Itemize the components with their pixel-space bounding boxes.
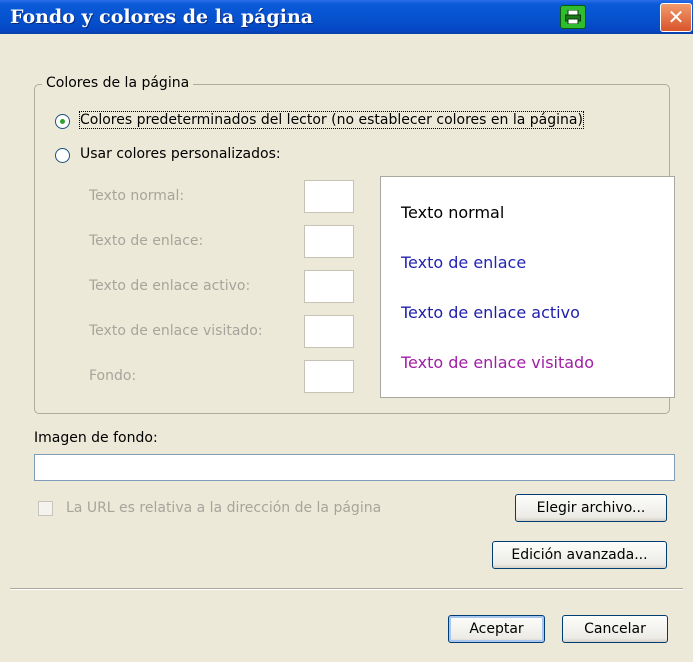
visited-link-text-label: Texto de enlace visitado:	[89, 323, 263, 339]
background-color-label: Fondo:	[89, 368, 137, 384]
background-image-label: Imagen de fondo:	[34, 430, 158, 446]
relative-url-checkbox-label: La URL es relativa a la dirección de la …	[66, 500, 382, 516]
active-link-text-label: Texto de enlace activo:	[89, 278, 251, 294]
dialog-title: Fondo y colores de la página	[10, 6, 314, 28]
custom-colors-radio[interactable]	[55, 148, 70, 163]
page-colors-group-label: Colores de la página	[42, 75, 194, 91]
visited-link-color-swatch[interactable]	[304, 315, 354, 348]
choose-file-button[interactable]: Elegir archivo...	[515, 494, 667, 522]
normal-text-color-swatch[interactable]	[304, 180, 354, 213]
link-text-label: Texto de enlace:	[89, 233, 204, 249]
color-preview-box: Texto normal Texto de enlace Texto de en…	[380, 176, 675, 398]
accept-button[interactable]: Aceptar	[448, 615, 545, 643]
background-image-input[interactable]	[34, 454, 675, 481]
default-colors-radio-label[interactable]: Colores predeterminados del lector (no e…	[79, 111, 584, 129]
link-text-color-swatch[interactable]	[304, 225, 354, 258]
close-button[interactable]: ✕	[660, 3, 692, 32]
close-icon: ✕	[667, 5, 685, 29]
background-color-swatch[interactable]	[304, 360, 354, 393]
cancel-button[interactable]: Cancelar	[562, 615, 668, 643]
radio-selected-dot	[60, 119, 65, 124]
title-bar[interactable]: Fondo y colores de la página ✕	[0, 0, 693, 34]
preview-visited-link-text: Texto de enlace visitado	[401, 353, 594, 372]
dialog-separator	[10, 588, 683, 590]
preview-active-link-text: Texto de enlace activo	[401, 303, 580, 322]
relative-url-checkbox[interactable]	[38, 501, 53, 516]
default-colors-radio[interactable]	[55, 114, 70, 129]
printer-icon	[560, 5, 586, 29]
normal-text-label: Texto normal:	[89, 188, 185, 204]
custom-colors-radio-label[interactable]: Usar colores personalizados:	[80, 146, 281, 162]
preview-normal-text: Texto normal	[401, 203, 505, 222]
dialog-window: Fondo y colores de la página ✕ Colores d…	[0, 0, 693, 662]
preview-link-text: Texto de enlace	[401, 253, 527, 272]
active-link-color-swatch[interactable]	[304, 270, 354, 303]
advanced-edit-button[interactable]: Edición avanzada...	[492, 541, 667, 569]
